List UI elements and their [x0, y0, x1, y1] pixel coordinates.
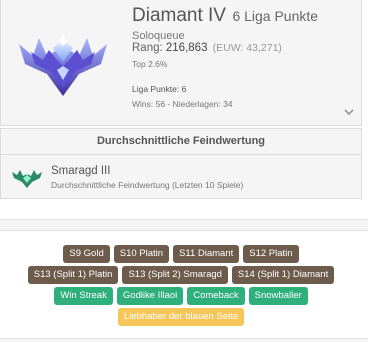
- rang-euw: (EUW: 43,271): [212, 42, 282, 54]
- average-rating-panel: Smaragd III Durchschnittliche Feindwertu…: [0, 155, 362, 199]
- rank-panel: Diamant IV 6 Liga Punkte Soloqueue Rang:…: [0, 0, 362, 126]
- tier-lp: 6 Liga Punkte: [232, 8, 319, 24]
- average-rating-heading: Durchschnittliche Feindwertung: [0, 128, 362, 155]
- tag-s10-platin: S10 Platin: [113, 245, 170, 263]
- emerald-emblem-icon: [12, 170, 42, 188]
- tag-s11-diamant: S11 Diamant: [173, 245, 240, 263]
- rank-tier: Diamant IV 6 Liga Punkte: [132, 5, 318, 27]
- tag-row-splits: S13 (Split 1) Platin S13 (Split 2) Smara…: [0, 266, 362, 284]
- rang-line: Rang: 216,863 (EUW: 43,271): [132, 42, 282, 54]
- tag-snowballer: Snowballer: [248, 287, 308, 305]
- league-points: Liga Punkte: 6: [132, 84, 187, 94]
- tag-win-streak: Win Streak: [54, 287, 113, 305]
- tag-godlike-illaoi: Godlike Illaoi: [116, 287, 184, 305]
- diamond-emblem-icon: [19, 34, 107, 96]
- tag-s13-split2: S13 (Split 2) Smaragd: [122, 266, 228, 284]
- tag-s9-gold: S9 Gold: [63, 245, 110, 263]
- rang-label: Rang:: [132, 42, 163, 54]
- tag-comeback: Comeback: [187, 287, 245, 305]
- top-percent: Top 2.6%: [132, 59, 168, 69]
- tag-s14-split1: S14 (Split 1) Diamant: [231, 266, 335, 284]
- tag-blue-side-lover: Liebhaber der blauen Seite: [117, 308, 245, 326]
- section-divider: [0, 219, 368, 231]
- tag-s13-split1: S13 (Split 1) Platin: [27, 266, 119, 284]
- tier-name: Diamant IV: [132, 5, 226, 26]
- average-tier: Smaragd III: [51, 165, 111, 177]
- tag-row-achievements: Win Streak Godlike Illaoi Comeback Snowb…: [0, 287, 362, 305]
- tag-row-special: Liebhaber der blauen Seite: [0, 308, 362, 326]
- average-description: Durchschnittliche Feindwertung (Letzten …: [51, 180, 244, 190]
- rang-value: 216,863: [165, 42, 208, 54]
- tag-list: S9 Gold S10 Platin S11 Diamant S12 Plati…: [0, 245, 362, 329]
- bottom-divider: [0, 338, 368, 342]
- tag-s12-platin: S12 Platin: [243, 245, 299, 263]
- win-loss: Wins: 56 - Niederlagen: 34: [132, 99, 233, 109]
- tag-row-seasons: S9 Gold S10 Platin S11 Diamant S12 Plati…: [0, 245, 362, 263]
- chevron-down-icon[interactable]: [344, 108, 354, 116]
- queue-type: Soloqueue: [132, 30, 185, 42]
